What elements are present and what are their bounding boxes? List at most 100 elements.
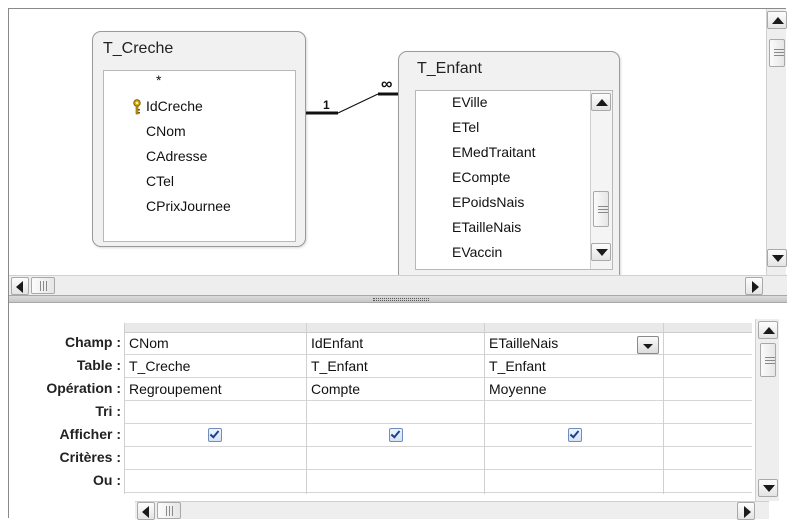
grid-vertical-scrollbar[interactable] [755,319,779,501]
scroll-down-button[interactable] [591,243,611,261]
grid-line [124,377,752,378]
table-title[interactable]: T_Enfant [417,60,482,78]
field-item[interactable]: CNom [146,123,186,139]
scroll-up-button[interactable] [591,93,611,111]
pane-splitter[interactable] [9,295,787,303]
grip-line [598,212,608,213]
field-item[interactable]: CPrixJournee [146,198,231,214]
grip-line [765,357,775,358]
column-selector[interactable] [485,323,663,333]
scroll-thumb[interactable] [157,502,181,519]
scroll-right-icon [752,281,759,293]
show-checkbox[interactable] [389,428,403,442]
row-label-table: Table : [76,357,121,373]
scroll-down-button[interactable] [767,249,787,267]
field-list[interactable]: EVille ETel EMedTraitant ECompte EPoidsN… [415,90,613,270]
show-checkbox[interactable] [208,428,222,442]
field-item[interactable]: EMedTraitant [452,144,536,160]
grid-cell-champ[interactable]: IdEnfant [307,335,363,351]
scroll-thumb[interactable] [760,343,776,377]
grip-line [774,52,784,53]
grid-line [124,354,752,355]
row-label-champ: Champ : [65,334,121,350]
query-design-window: T_Creche * IdCreche CNom CAdresse CTel C… [8,8,787,520]
grip-line [598,206,608,207]
row-label-criteres: Critères : [59,449,121,465]
grip-line [43,281,44,291]
row-label-tri: Tri : [95,403,121,419]
field-item[interactable]: * [156,72,161,88]
grid-cell-table[interactable]: T_Creche [125,358,190,374]
table-diagram-pane[interactable]: T_Creche * IdCreche CNom CAdresse CTel C… [9,9,766,275]
grid-line [124,423,752,424]
design-vertical-scrollbar[interactable] [766,9,787,275]
grid-line [124,469,752,470]
grip-line [774,55,784,56]
scroll-left-button[interactable] [137,502,155,520]
grid-line [124,446,752,447]
grip-line [765,363,775,364]
scroll-up-button[interactable] [758,321,778,339]
checkmark-icon [390,428,401,439]
grid-cell-champ[interactable]: CNom [125,335,169,351]
scroll-thumb[interactable] [769,39,785,67]
scroll-right-button[interactable] [737,502,755,520]
scroll-thumb[interactable] [31,277,55,294]
grid-cell-table[interactable]: T_Enfant [307,358,368,374]
query-grid[interactable]: Champ : Table : Opération : Tri : Affich… [9,303,787,520]
grid-line [663,323,664,494]
scroll-down-icon [772,255,784,262]
grip-line [172,506,173,516]
grid-cell-table[interactable]: T_Enfant [485,358,546,374]
field-item[interactable]: EPoidsNais [452,194,524,210]
scroll-down-icon [596,249,608,256]
table-box-t-creche[interactable]: T_Creche * IdCreche CNom CAdresse CTel C… [92,31,306,247]
table-box-t-enfant[interactable]: T_Enfant EVille ETel EMedTraitant ECompt… [398,51,620,275]
scroll-left-icon [16,281,23,293]
key-icon [133,99,141,115]
scroll-right-button[interactable] [745,277,763,295]
field-item[interactable]: EVille [452,94,488,110]
grid-line [124,400,752,401]
grid-cell-operation[interactable]: Moyenne [485,381,547,397]
scroll-up-icon [596,99,608,106]
field-item[interactable]: EVaccin [452,244,502,260]
scroll-down-button[interactable] [758,479,778,497]
scroll-up-icon [763,327,775,334]
column-selector[interactable] [307,323,484,333]
relationship-one-label: 1 [323,98,330,112]
dropdown-arrow-icon [643,344,653,349]
scroll-up-button[interactable] [767,11,787,29]
field-list-scrollbar[interactable] [590,91,612,269]
scroll-thumb[interactable] [593,191,609,227]
column-selector[interactable] [124,323,306,333]
checkmark-icon [209,428,220,439]
field-dropdown-button[interactable] [637,336,659,354]
field-item[interactable]: CAdresse [146,148,207,164]
scroll-left-icon [142,506,149,518]
grid-cell-operation[interactable]: Regroupement [125,381,222,397]
field-item[interactable]: ETailleNais [452,219,521,235]
grid-line [124,492,752,493]
relationship-many-label: ∞ [381,76,392,93]
grid-horizontal-scrollbar[interactable] [135,501,769,520]
grip-line [598,209,608,210]
field-item[interactable]: CTel [146,173,174,189]
row-label-ou: Ou : [93,472,121,488]
scroll-down-icon [763,485,775,492]
field-list[interactable]: * IdCreche CNom CAdresse CTel CPrixJourn… [103,70,296,242]
show-checkbox[interactable] [568,428,582,442]
grid-cell-champ[interactable]: ETailleNais [485,335,558,351]
column-selector[interactable] [664,323,752,333]
grid-cell-operation[interactable]: Compte [307,381,360,397]
table-title[interactable]: T_Creche [103,40,173,58]
grip-line [166,506,167,516]
design-horizontal-scrollbar[interactable] [9,275,787,295]
scroll-up-icon [772,17,784,24]
field-item[interactable]: ETel [452,119,479,135]
grip-line [774,49,784,50]
scroll-left-button[interactable] [11,277,29,295]
splitter-grip[interactable] [373,298,429,301]
field-item[interactable]: ECompte [452,169,510,185]
field-item[interactable]: IdCreche [146,98,203,114]
